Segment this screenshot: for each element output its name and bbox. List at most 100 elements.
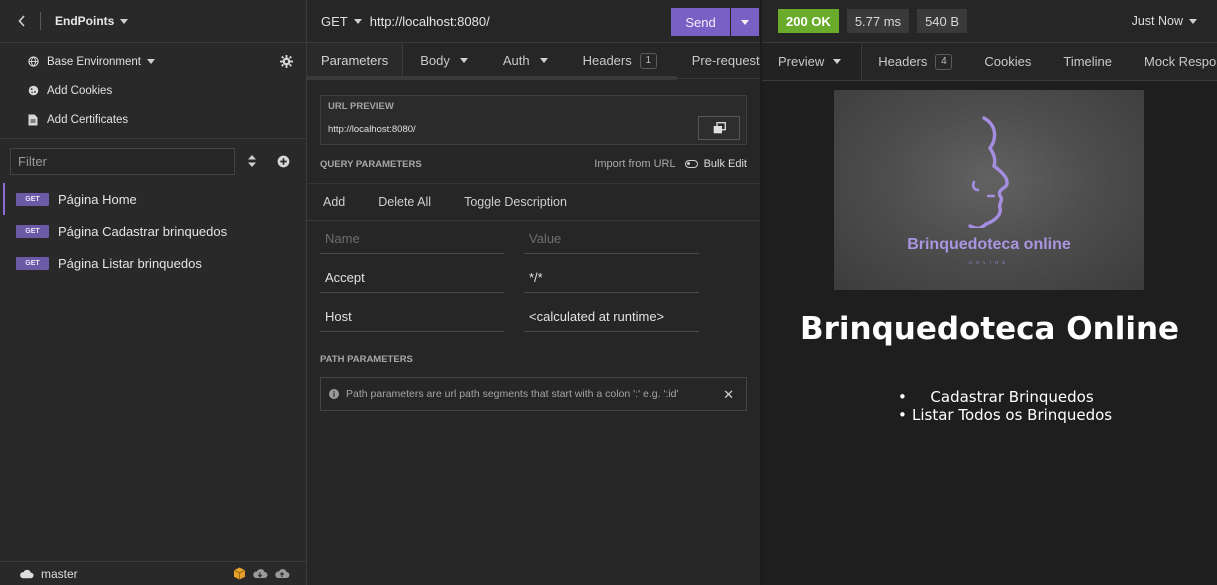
chevron-down-icon: [539, 58, 548, 63]
add-certificates-label: Add Certificates: [47, 113, 129, 126]
chevron-down-icon[interactable]: [120, 18, 129, 24]
sync-icons: [233, 567, 290, 580]
tab-body[interactable]: Body: [403, 43, 486, 78]
send-button[interactable]: Send: [671, 8, 730, 36]
cookie-icon: [27, 85, 39, 97]
tab-response-headers[interactable]: Headers 4: [862, 43, 968, 80]
tab-label: Timeline: [1063, 54, 1113, 69]
link-listar[interactable]: Listar Todos os Brinquedos: [898, 406, 1112, 424]
sidebar-footer: master: [0, 561, 306, 585]
tab-label: Headers: [582, 53, 632, 68]
request-name: Página Home: [58, 191, 137, 207]
param-name[interactable]: Host: [320, 302, 504, 332]
param-name-input[interactable]: Name: [320, 224, 504, 254]
info-icon: i: [329, 389, 339, 399]
bulk-edit-label: Bulk Edit: [703, 158, 747, 170]
cloud-icon: [20, 569, 34, 578]
method-selector[interactable]: GET: [321, 14, 348, 29]
query-params-tools: Import from URL Bulk Edit: [594, 158, 747, 170]
tab-label: Pre-request S: [691, 53, 760, 68]
param-value-input[interactable]: Value: [524, 224, 699, 254]
param-value[interactable]: <calculated at runtime>: [524, 302, 699, 332]
back-arrow-icon[interactable]: [14, 13, 30, 29]
logo-image: Brinquedoteca online ONLINE: [834, 90, 1144, 290]
add-cookies-button[interactable]: Add Cookies: [0, 76, 306, 105]
link-cadastrar[interactable]: Cadastrar Brinquedos: [898, 388, 1112, 406]
param-name[interactable]: Accept: [320, 263, 504, 293]
workspace-title[interactable]: EndPoints: [55, 14, 114, 28]
chevron-down-icon: [459, 58, 468, 63]
response-time: 5.77 ms: [846, 9, 910, 33]
url-bar: GET http://localhost:8080/ Send: [307, 0, 760, 43]
param-value[interactable]: */*: [524, 263, 699, 293]
response-pane: 200 OK 5.77 ms 540 B Just Now Preview He…: [762, 0, 1217, 585]
request-item-home[interactable]: GET Página Home: [0, 183, 306, 215]
copy-icon: [713, 122, 726, 134]
tab-preview[interactable]: Preview: [762, 43, 863, 80]
add-certificates-button[interactable]: Add Certificates: [0, 105, 306, 134]
filter-row: [0, 139, 306, 183]
tab-parameters[interactable]: Parameters: [307, 43, 404, 78]
copy-button[interactable]: [698, 116, 740, 140]
tab-auth[interactable]: Auth: [486, 43, 566, 78]
param-row: Host <calculated at runtime>: [320, 293, 747, 332]
filter-input[interactable]: [10, 147, 235, 175]
method-badge: GET: [16, 192, 49, 206]
request-name: Página Cadastrar brinquedos: [58, 223, 228, 239]
add-param-button[interactable]: Add: [323, 195, 345, 209]
close-icon[interactable]: ✕: [723, 387, 734, 403]
request-item-listar[interactable]: GET Página Listar brinquedos: [0, 247, 306, 279]
chevron-down-icon: [741, 19, 749, 25]
bulk-edit-toggle[interactable]: Bulk Edit: [684, 158, 747, 170]
gear-icon[interactable]: [280, 55, 293, 68]
tabs-scrollbar[interactable]: [307, 76, 677, 80]
sort-icon[interactable]: [247, 154, 257, 168]
import-from-url-link[interactable]: Import from URL: [594, 158, 675, 170]
request-pane: GET http://localhost:8080/ Send Paramete…: [307, 0, 762, 585]
environment-selector[interactable]: Base Environment: [0, 47, 306, 76]
path-params-label: PATH PARAMETERS: [320, 354, 413, 365]
response-tabs: Preview Headers 4 Cookies Timeline Mock R…: [762, 43, 1217, 81]
tab-timeline[interactable]: Timeline: [1047, 43, 1128, 80]
send-group: Send: [671, 8, 759, 36]
path-params-note: i Path parameters are url path segments …: [320, 377, 747, 411]
tab-headers[interactable]: Headers 1: [566, 43, 675, 78]
url-preview-value: http://localhost:8080/: [328, 124, 416, 135]
params-actions: Add Delete All Toggle Description: [307, 183, 760, 221]
cloud-upload-icon[interactable]: [274, 567, 290, 580]
response-status-bar: 200 OK 5.77 ms 540 B Just Now: [762, 0, 1217, 43]
tab-prerequest[interactable]: Pre-request S: [675, 43, 760, 78]
environment-label: Base Environment: [47, 55, 141, 68]
count-badge: 1: [639, 52, 657, 69]
globe-icon: [27, 56, 39, 68]
send-options-button[interactable]: [731, 8, 759, 36]
tab-mock-response[interactable]: Mock Respons: [1128, 43, 1217, 80]
cloud-download-icon[interactable]: [252, 567, 268, 580]
request-item-cadastrar[interactable]: GET Página Cadastrar brinquedos: [0, 215, 306, 247]
tab-cookies[interactable]: Cookies: [968, 43, 1047, 80]
chevron-down-icon[interactable]: [353, 18, 362, 24]
plus-circle-icon[interactable]: [277, 155, 290, 168]
link-list: Cadastrar Brinquedos Listar Todos os Bri…: [898, 388, 1112, 424]
box-icon[interactable]: [233, 567, 246, 580]
response-preview: Brinquedoteca online ONLINE Brinquedotec…: [762, 81, 1217, 584]
delete-all-button[interactable]: Delete All: [378, 195, 431, 209]
git-branch[interactable]: master: [41, 567, 78, 581]
query-params-label: QUERY PARAMETERS: [320, 158, 422, 170]
request-tabs: Parameters Body Auth Headers 1 Pre-reques…: [307, 43, 760, 79]
tab-label: Auth: [502, 53, 530, 68]
tab-label: Mock Respons: [1144, 54, 1217, 69]
file-certificate-icon: [27, 114, 39, 126]
toggle-description-button[interactable]: Toggle Description: [464, 195, 567, 209]
tab-label: Parameters: [321, 53, 389, 68]
url-input[interactable]: http://localhost:8080/: [370, 14, 490, 29]
history-dropdown[interactable]: Just Now: [1132, 14, 1197, 28]
chevron-down-icon: [146, 59, 155, 64]
chevron-down-icon: [1189, 18, 1197, 24]
method-badge: GET: [16, 256, 49, 270]
parameters-panel: URL PREVIEW http://localhost:8080/ QUERY…: [307, 95, 760, 411]
history-label: Just Now: [1131, 14, 1183, 28]
chevron-down-icon: [833, 59, 842, 64]
tab-label: Cookies: [984, 54, 1032, 69]
tab-label: Body: [420, 53, 450, 68]
